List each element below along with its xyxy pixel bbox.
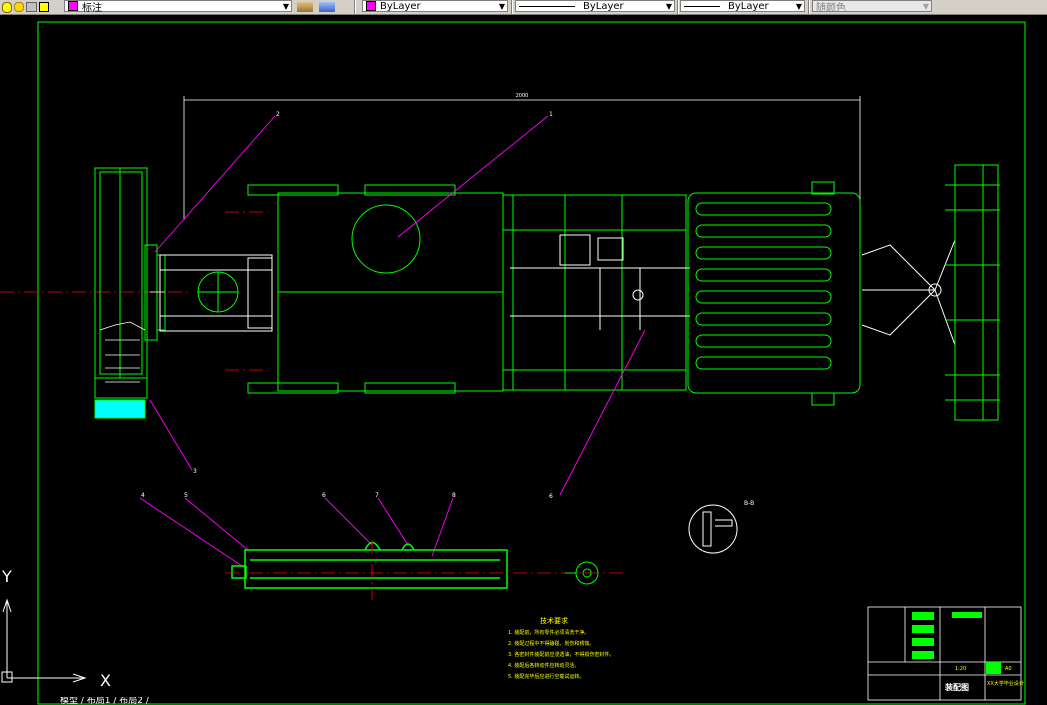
callout-2: 2 (276, 111, 280, 118)
layer-color-icon[interactable] (39, 2, 49, 12)
gear-coupling (197, 271, 239, 313)
layer-dropdown[interactable]: 标注 ▼ (64, 0, 292, 14)
callout-5: 5 (184, 492, 188, 499)
roller-detail (231, 541, 508, 589)
linetype-value: ByLayer (583, 0, 624, 12)
callout-7: 7 (375, 492, 379, 499)
layout-tabs[interactable]: 模型 / 布局1 / 布局2 / (60, 697, 149, 705)
school-name: XX大学毕业设计 (987, 680, 1024, 687)
plotstyle-value: 随颜色 (816, 2, 846, 14)
note-line-5: 5. 装配完毕后应进行空载试运转。 (508, 673, 584, 680)
layer-tools (297, 0, 335, 14)
left-drum-detail (99, 291, 165, 383)
toolbar-separator (808, 0, 810, 14)
bulb-icon[interactable] (2, 1, 12, 13)
note-line-2: 2. 装配过程中不得磕碰、划伤和锈蚀。 (508, 640, 594, 647)
toolbar-separator (511, 0, 513, 14)
linetype-preview (519, 5, 575, 7)
transmission-box (502, 194, 687, 391)
right-bracket (861, 239, 956, 346)
callout-4: 4 (141, 492, 145, 499)
left-drum-assembly (94, 167, 166, 399)
make-current-layer-icon[interactable] (297, 2, 313, 12)
chevron-down-icon[interactable]: ▼ (796, 1, 802, 13)
note-line-1: 1. 装配前，所有零件必须清洗干净。 (508, 629, 589, 636)
callout-6-main: 6 (549, 493, 553, 500)
callout-3: 3 (193, 468, 197, 475)
drum-base (94, 399, 146, 419)
section-label: B-B (744, 500, 754, 507)
lineweight-preview (684, 5, 720, 7)
layer-state-icons[interactable] (2, 0, 51, 14)
toolbar-separator (677, 0, 679, 14)
right-plate (945, 164, 1000, 421)
drawing-title: 装配图 (944, 682, 969, 692)
ucs-icon (1, 598, 87, 683)
chevron-down-icon[interactable]: ▼ (666, 1, 672, 13)
lineweight-value: ByLayer (728, 0, 769, 12)
callout-6: 6 (322, 492, 326, 499)
note-line-3: 3. 各密封件装配前应浸透油，不得损伤密封件。 (508, 651, 614, 658)
layer-color-swatch (68, 1, 78, 11)
notes-title: 技术要求 (540, 616, 568, 625)
connecting-frame (159, 254, 273, 332)
ucs-y-label: Y (1, 567, 12, 586)
drive-shaft (510, 234, 690, 330)
color-dropdown[interactable]: ByLayer ▼ (362, 0, 508, 12)
section-symbol (688, 504, 738, 554)
color-value: ByLayer (380, 0, 421, 12)
centerline (0, 211, 268, 371)
color-swatch (366, 1, 376, 11)
motor-housing (687, 181, 861, 406)
chevron-down-icon[interactable]: ▼ (923, 1, 929, 13)
lock-icon[interactable] (26, 2, 37, 12)
lineweight-dropdown[interactable]: ByLayer ▼ (680, 0, 805, 12)
chevron-down-icon[interactable]: ▼ (499, 1, 505, 13)
linetype-dropdown[interactable]: ByLayer ▼ (515, 0, 675, 12)
main-body (247, 184, 504, 394)
toolbar-separator (354, 0, 356, 14)
roller-centerline (225, 540, 625, 600)
sun-icon[interactable] (14, 2, 24, 12)
callout-leaders (139, 115, 646, 569)
callout-8: 8 (452, 492, 456, 499)
sheet-code: A0 (1005, 666, 1012, 672)
title-block-cells (912, 612, 1001, 674)
dimension-text: 2000 (516, 93, 529, 99)
chevron-down-icon[interactable]: ▼ (283, 1, 289, 13)
drawing-border (37, 21, 1026, 705)
layer-previous-icon[interactable] (319, 2, 335, 12)
ucs-x-label: X (100, 671, 111, 690)
overall-dimension (183, 96, 861, 220)
plotstyle-dropdown[interactable]: 随颜色 ▼ (812, 0, 932, 14)
sheet-scale: 1:20 (955, 666, 966, 672)
properties-toolbar: 标注 ▼ ByLayer ▼ ByLayer ▼ ByLayer ▼ 随颜色 ▼ (0, 0, 1047, 15)
layer-name: 标注 (82, 2, 102, 14)
drawing-canvas[interactable]: 2000 2 1 3 6 4 5 6 7 8 B-B 技术要求 1. 装配前，所… (0, 15, 1047, 705)
note-line-4: 4. 装配后各转动件应转动灵活。 (508, 662, 579, 669)
callout-1: 1 (549, 111, 553, 118)
